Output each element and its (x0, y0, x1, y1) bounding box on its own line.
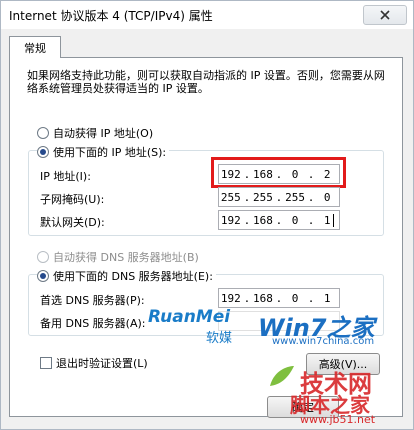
win7-url: www.win7china.com (272, 336, 375, 347)
radio-manual-ip-label: 使用下面的 IP 地址(S): (53, 146, 167, 159)
close-button[interactable] (363, 5, 407, 25)
radio-manual-dns-indicator[interactable] (37, 270, 49, 282)
text-caret (333, 214, 334, 227)
subnet-mask-label: 子网掩码(U): (40, 193, 105, 206)
gateway-dot-2: . (275, 213, 283, 227)
pdns-dot-2: . (275, 291, 283, 305)
radio-auto-ip-indicator[interactable] (37, 127, 49, 139)
radio-auto-dns[interactable]: 自动获得 DNS 服务器地址(B) (37, 249, 199, 265)
gateway-octet-1: 192 (220, 213, 241, 227)
preferred-dns-label: 首选 DNS 服务器(P): (40, 294, 145, 307)
subnet-dot-2: . (275, 190, 283, 204)
subnet-dot-3: . (307, 190, 315, 204)
jb51-leaf-icon (270, 366, 294, 386)
gateway-octet-2: 168 (253, 213, 273, 227)
validate-checkbox-label: 退出时验证设置(L) (56, 357, 148, 370)
radio-manual-dns[interactable]: 使用下面的 DNS 服务器地址(E): (37, 268, 216, 284)
ip-address-highlight (211, 157, 346, 188)
radio-auto-dns-indicator[interactable] (37, 251, 49, 263)
alternate-dns-label: 备用 DNS 服务器(A): (40, 317, 146, 330)
title-bar[interactable]: Internet 协议版本 4 (TCP/IPv4) 属性 (1, 1, 413, 29)
gateway-input[interactable]: 192. 168. 0. 1 (218, 210, 340, 230)
window-title: Internet 协议版本 4 (TCP/IPv4) 属性 (9, 9, 213, 23)
gateway-octet-3: 0 (291, 213, 299, 227)
pdns-octet-1: 192 (220, 291, 241, 305)
gateway-octet-4: 1 (323, 213, 331, 227)
subnet-mask-input[interactable]: 255. 255. 255. 0 (218, 187, 340, 207)
gateway-dot-1: . (243, 213, 251, 227)
validate-checkbox-box[interactable] (40, 357, 52, 369)
ip-address-label: IP 地址(I): (40, 170, 91, 183)
description-text: 如果网络支持此功能，则可以获取自动指派的 IP 设置。否则，您需要从网络系统管理… (27, 69, 385, 95)
radio-manual-ip[interactable]: 使用下面的 IP 地址(S): (37, 144, 170, 160)
preferred-dns-input[interactable]: 192. 168. 0. 1 (218, 288, 340, 308)
tab-general[interactable]: 常规 (9, 36, 61, 58)
gateway-label: 默认网关(D): (40, 216, 105, 229)
radio-auto-dns-label: 自动获得 DNS 服务器地址(B) (53, 251, 199, 264)
radio-auto-ip-label: 自动获得 IP 地址(O) (53, 127, 154, 140)
radio-manual-ip-indicator[interactable] (37, 146, 49, 158)
validate-on-exit-checkbox[interactable]: 退出时验证设置(L) (40, 355, 148, 371)
subnet-octet-1: 255 (220, 190, 241, 204)
subnet-octet-4: 0 (323, 190, 331, 204)
pdns-dot-1: . (243, 291, 251, 305)
pdns-octet-2: 168 (253, 291, 273, 305)
close-icon (380, 10, 390, 20)
gateway-dot-3: . (307, 213, 315, 227)
jb51-url: www.jb51.net (300, 413, 376, 426)
pdns-octet-3: 0 (291, 291, 299, 305)
subnet-octet-2: 255 (253, 190, 273, 204)
pdns-octet-4: 1 (323, 291, 331, 305)
radio-manual-dns-label: 使用下面的 DNS 服务器地址(E): (53, 270, 213, 283)
ruanmei-logo-en: RuanMei (148, 307, 231, 327)
pdns-dot-3: . (307, 291, 315, 305)
radio-auto-ip[interactable]: 自动获得 IP 地址(O) (37, 125, 153, 141)
ruanmei-logo-cn: 软媒 (206, 331, 233, 346)
subnet-dot-1: . (243, 190, 251, 204)
subnet-octet-3: 255 (285, 190, 305, 204)
